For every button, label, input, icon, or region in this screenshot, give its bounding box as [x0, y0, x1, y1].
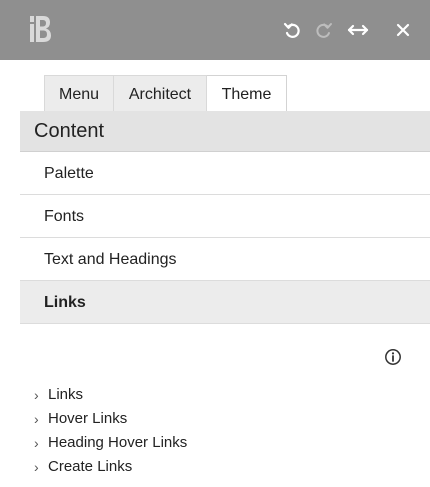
- info-icon[interactable]: [384, 348, 402, 366]
- redo-button[interactable]: [310, 16, 338, 44]
- links-options-list: › Links › Hover Links › Heading Hover Li…: [34, 383, 187, 479]
- list-item-label: Links: [48, 386, 84, 403]
- redo-icon: [316, 23, 332, 38]
- expand-horizontal-icon: [347, 24, 369, 36]
- tab-architect[interactable]: Architect: [114, 75, 207, 111]
- content-menu: Palette Fonts Text and Headings Links: [20, 152, 430, 324]
- tab-bar: Menu Architect Theme: [44, 75, 287, 112]
- tab-menu[interactable]: Menu: [44, 75, 114, 111]
- menu-item-palette[interactable]: Palette: [20, 152, 430, 195]
- top-toolbar: [0, 0, 430, 60]
- list-item[interactable]: › Heading Hover Links: [34, 431, 187, 455]
- chevron-right-icon: ›: [34, 435, 39, 451]
- list-item[interactable]: › Links: [34, 383, 187, 407]
- list-item-label: Heading Hover Links: [48, 434, 188, 451]
- list-item-label: Create Links: [48, 458, 133, 475]
- list-item[interactable]: › Create Links: [34, 455, 187, 479]
- chevron-right-icon: ›: [34, 387, 39, 403]
- list-item-label: Hover Links: [48, 410, 128, 427]
- chevron-right-icon: ›: [34, 459, 39, 475]
- close-button[interactable]: [389, 16, 417, 44]
- menu-item-links[interactable]: Links: [20, 281, 430, 324]
- expand-horizontal-button[interactable]: [344, 16, 372, 44]
- chevron-right-icon: ›: [34, 411, 39, 427]
- menu-item-fonts[interactable]: Fonts: [20, 195, 430, 238]
- close-icon: [396, 23, 410, 37]
- undo-icon: [283, 22, 300, 38]
- section-title: Content: [20, 111, 430, 152]
- menu-item-text-and-headings[interactable]: Text and Headings: [20, 238, 430, 281]
- tab-theme[interactable]: Theme: [207, 75, 287, 111]
- list-item[interactable]: › Hover Links: [34, 407, 187, 431]
- undo-button[interactable]: [278, 16, 306, 44]
- logo-icon: [30, 16, 51, 42]
